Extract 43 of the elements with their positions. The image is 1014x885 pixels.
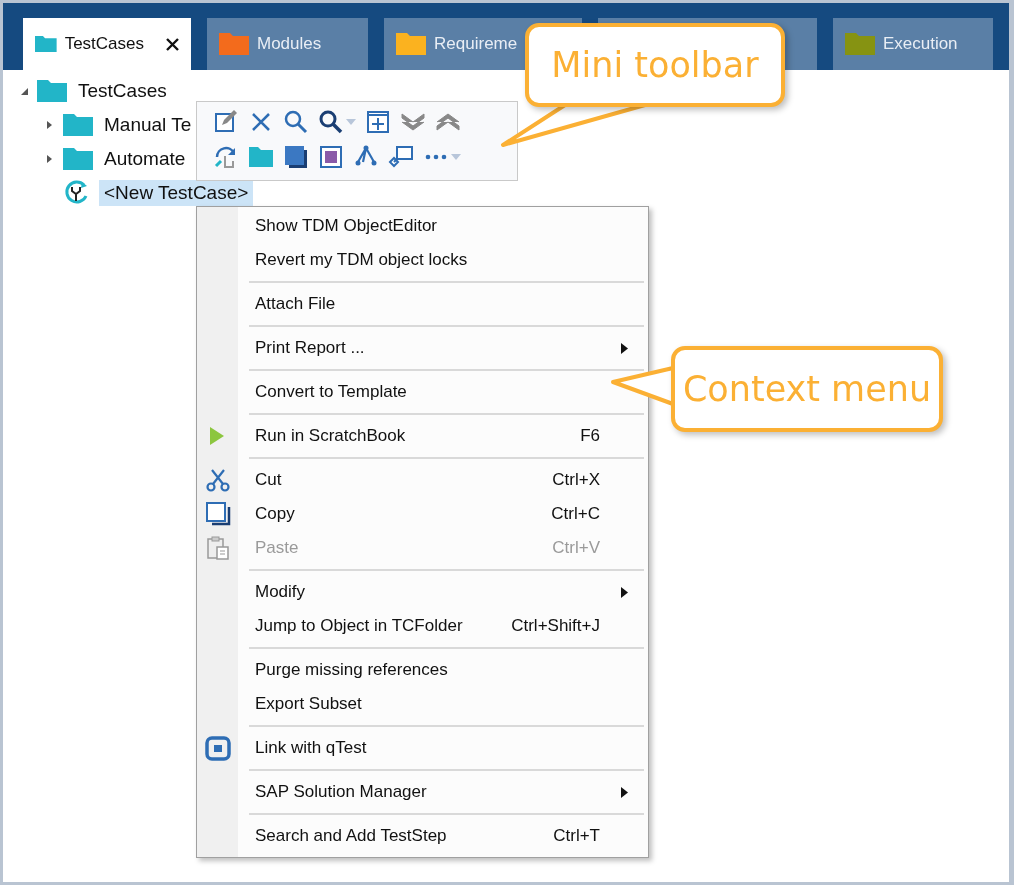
- tree-item[interactable]: Automate: [99, 146, 191, 172]
- callout-tooltip: Context menu: [671, 346, 943, 432]
- folder-icon: [63, 114, 93, 136]
- menu-item[interactable]: Cut Ctrl+X: [197, 463, 648, 497]
- menu-item[interactable]: Revert my TDM object locks: [197, 243, 648, 277]
- menu-item[interactable]: Print Report ...: [197, 331, 648, 365]
- shortcut-text: Ctrl+V: [552, 538, 600, 557]
- square-icon[interactable]: [283, 143, 309, 170]
- link-node-icon[interactable]: [388, 143, 414, 170]
- menu-item[interactable]: SAP Solution Manager: [197, 775, 648, 809]
- search-icon[interactable]: [318, 108, 344, 135]
- menu-item[interactable]: Attach File: [197, 287, 648, 321]
- menu-item[interactable]: Search and Add TestStep Ctrl+T: [197, 819, 648, 853]
- add-window-icon[interactable]: [365, 108, 391, 135]
- copy-icon: [204, 501, 231, 527]
- menu-item[interactable]: Export Subset: [197, 687, 648, 721]
- menu-item[interactable]: Purge missing references: [197, 653, 648, 687]
- tree-item[interactable]: TestCases: [73, 78, 172, 104]
- shortcut-text: Ctrl+C: [551, 504, 600, 523]
- shortcut-text: F6: [580, 426, 600, 445]
- shortcut-text: Ctrl+T: [553, 826, 600, 845]
- tab[interactable]: Modules: [207, 18, 369, 70]
- folder-icon: [63, 148, 93, 170]
- menu-item[interactable]: Copy Ctrl+C: [197, 497, 648, 531]
- menu-item[interactable]: Jump to Object in TCFolder Ctrl+Shift+J: [197, 609, 648, 643]
- tab[interactable]: TestCases: [23, 18, 191, 70]
- folder-icon: [37, 80, 67, 102]
- scissors-icon: [204, 467, 231, 493]
- tree-item[interactable]: <New TestCase>: [99, 180, 254, 206]
- edit-icon[interactable]: [213, 108, 239, 135]
- shortcut-text: Ctrl+X: [552, 470, 600, 489]
- clipboard-icon: [204, 535, 231, 561]
- menu-item[interactable]: Run in ScratchBook F6: [197, 419, 648, 453]
- close-icon[interactable]: [166, 37, 179, 51]
- menu-item[interactable]: Modify: [197, 575, 648, 609]
- menu-item[interactable]: Show TDM ObjectEditor: [197, 209, 648, 243]
- tab[interactable]: Execution: [832, 18, 993, 70]
- frame-icon[interactable]: [318, 143, 344, 170]
- qtest-icon: [204, 735, 231, 761]
- menu-item[interactable]: Link with qTest: [197, 731, 648, 765]
- tree-item[interactable]: Manual Te: [99, 112, 197, 138]
- shortcut-text: Ctrl+Shift+J: [511, 616, 600, 635]
- search-icon[interactable]: [283, 108, 309, 135]
